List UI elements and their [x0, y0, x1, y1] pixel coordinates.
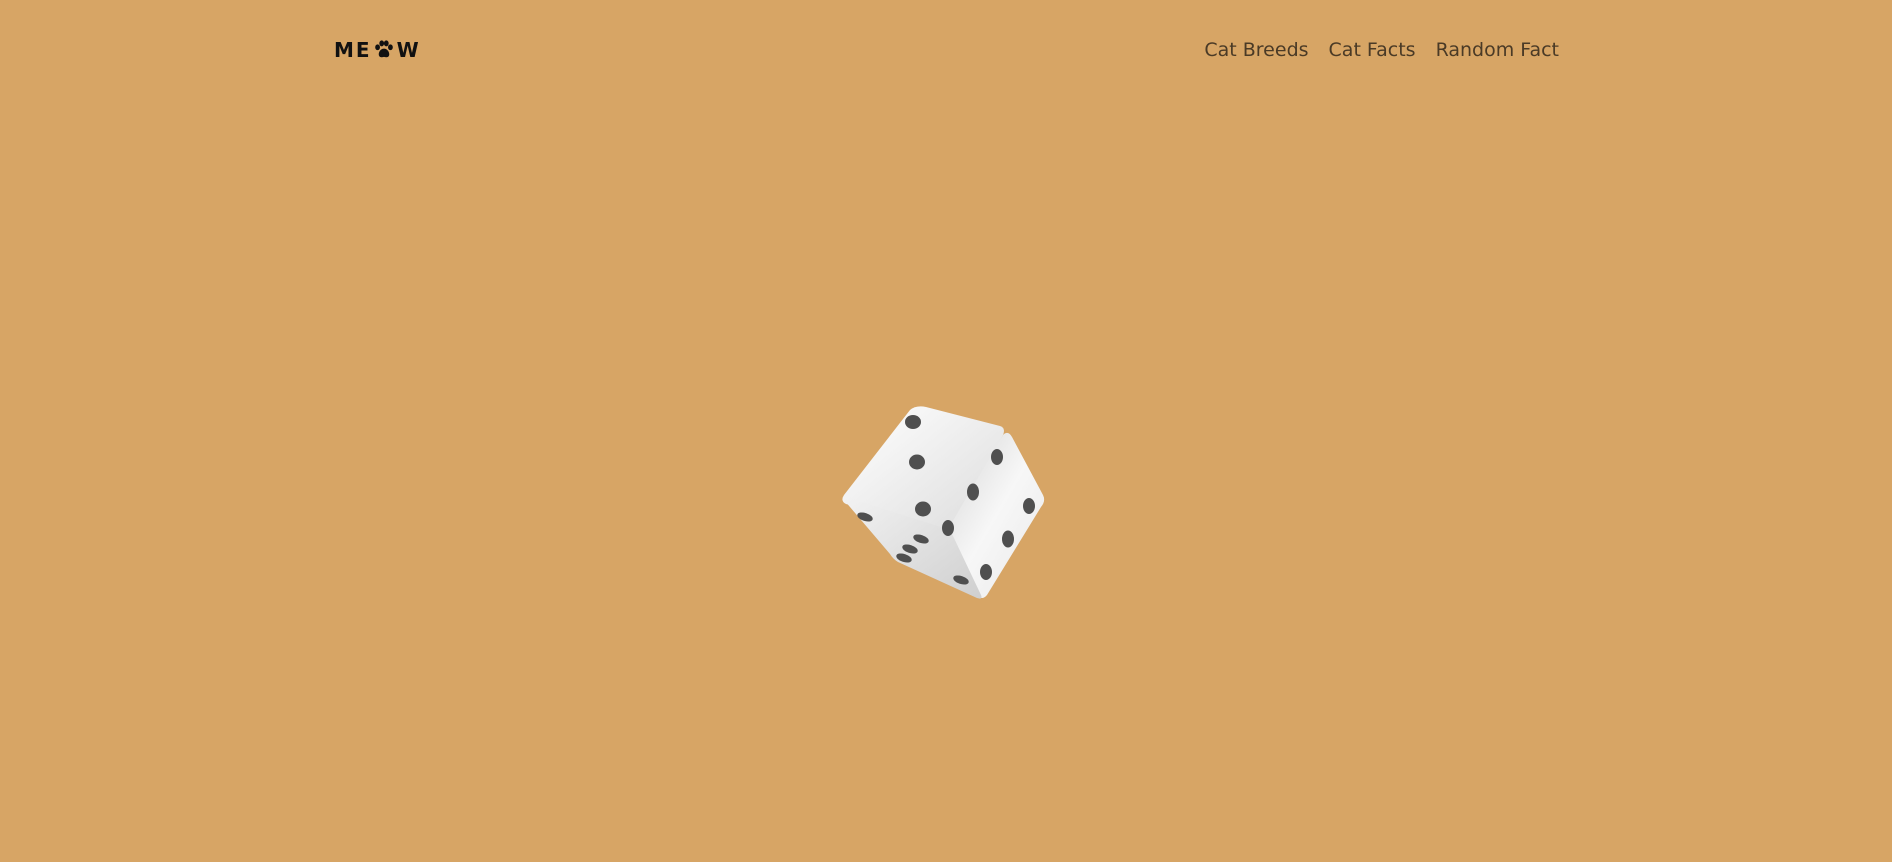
die-pip	[942, 520, 954, 536]
dice-icon[interactable]	[838, 402, 1053, 602]
die-pip	[915, 501, 931, 517]
nav-link-cat-facts[interactable]: Cat Facts	[1329, 36, 1416, 64]
die-pip	[1002, 530, 1014, 548]
site-logo[interactable]: M E W	[334, 38, 420, 62]
die-pip	[1023, 498, 1035, 514]
nav-link-random-fact[interactable]: Random Fact	[1436, 36, 1559, 64]
die-pip	[980, 564, 992, 580]
die-pip	[909, 454, 925, 470]
logo-letter-e: E	[355, 38, 371, 62]
logo-letter-w: W	[396, 38, 420, 62]
logo-letter-m: M	[334, 38, 355, 62]
die-pip	[991, 449, 1003, 465]
main-nav: Cat Breeds Cat Facts Random Fact	[1204, 36, 1559, 64]
die-pip	[905, 415, 921, 429]
paw-icon	[374, 40, 393, 58]
die-pip	[967, 483, 979, 501]
nav-link-cat-breeds[interactable]: Cat Breeds	[1204, 36, 1308, 64]
